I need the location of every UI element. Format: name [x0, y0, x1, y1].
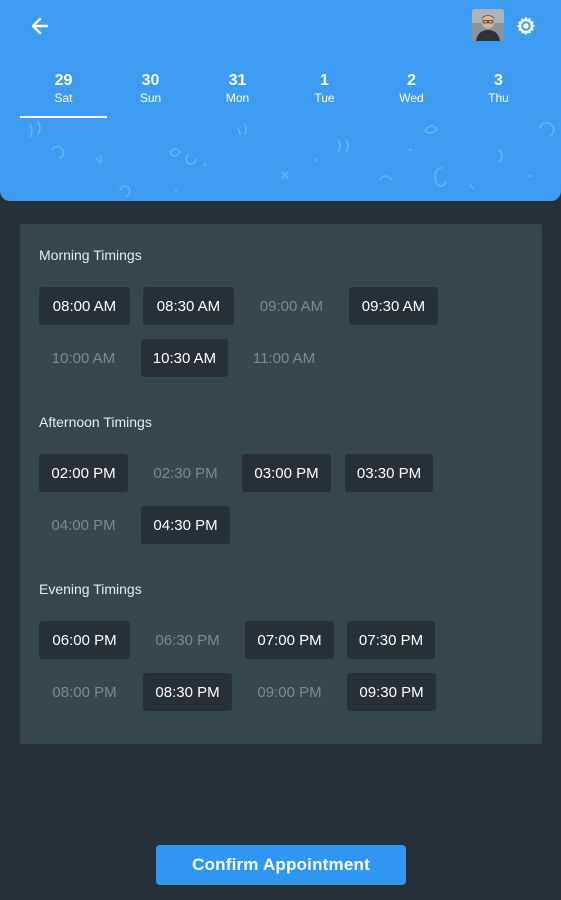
- time-slot[interactable]: 03:30 PM: [345, 454, 433, 492]
- time-slot[interactable]: 07:30 PM: [347, 621, 435, 659]
- timings-card: Morning Timings 08:00 AM 08:30 AM 09:00 …: [20, 224, 542, 744]
- time-slot[interactable]: 07:00 PM: [245, 621, 334, 659]
- date-number: 30: [141, 72, 160, 89]
- time-slot[interactable]: 03:00 PM: [242, 454, 331, 492]
- date-number: 1: [320, 72, 329, 89]
- date-weekday: Sun: [139, 91, 162, 105]
- time-slot[interactable]: 04:30 PM: [141, 506, 230, 544]
- date-tab-5[interactable]: 3 Thu: [455, 62, 542, 120]
- settings-button[interactable]: [512, 12, 540, 40]
- date-tab-0[interactable]: 29 Sat: [20, 62, 107, 120]
- time-slot[interactable]: 02:00 PM: [39, 454, 128, 492]
- time-slot[interactable]: 09:30 PM: [347, 673, 436, 711]
- time-slot[interactable]: 09:30 AM: [349, 287, 438, 325]
- date-weekday: Mon: [225, 91, 250, 105]
- user-photo-icon: [472, 9, 504, 41]
- time-slot: 02:30 PM: [141, 454, 230, 492]
- date-tabs: 29 Sat 30 Sun 31 Mon 1 Tue 2 Wed 3 Thu: [20, 62, 542, 120]
- time-slot: 06:30 PM: [143, 621, 232, 659]
- gear-icon: [516, 16, 536, 36]
- back-button[interactable]: [26, 12, 54, 40]
- afternoon-timings-title: Afternoon Timings: [39, 414, 152, 430]
- header-bar: 29 Sat 30 Sun 31 Mon 1 Tue 2 Wed 3 Thu: [0, 0, 561, 201]
- date-number: 31: [228, 72, 247, 89]
- date-number: 3: [494, 72, 503, 89]
- arrow-left-icon: [31, 17, 49, 35]
- date-number: 29: [54, 72, 73, 89]
- time-slot: 08:00 PM: [39, 673, 130, 711]
- date-tab-1[interactable]: 30 Sun: [107, 62, 194, 120]
- date-tab-3[interactable]: 1 Tue: [281, 62, 368, 120]
- time-slot[interactable]: 08:30 PM: [143, 673, 232, 711]
- time-slot[interactable]: 08:30 AM: [143, 287, 234, 325]
- confirm-appointment-button[interactable]: Confirm Appointment: [156, 845, 406, 885]
- time-slot: 04:00 PM: [39, 506, 128, 544]
- time-slot: 09:00 AM: [247, 287, 336, 325]
- date-tab-4[interactable]: 2 Wed: [368, 62, 455, 120]
- date-weekday: Tue: [314, 91, 335, 105]
- date-weekday: Sat: [54, 91, 73, 105]
- time-slot: 10:00 AM: [39, 339, 128, 377]
- date-number: 2: [407, 72, 416, 89]
- time-slot[interactable]: 08:00 AM: [39, 287, 130, 325]
- morning-timings-title: Morning Timings: [39, 247, 142, 263]
- time-slot[interactable]: 06:00 PM: [39, 621, 130, 659]
- date-weekday: Thu: [488, 91, 509, 105]
- avatar[interactable]: [472, 9, 504, 41]
- evening-timings-title: Evening Timings: [39, 581, 142, 597]
- date-tab-2[interactable]: 31 Mon: [194, 62, 281, 120]
- date-weekday: Wed: [399, 91, 424, 105]
- time-slot: 11:00 AM: [241, 339, 327, 377]
- time-slot: 09:00 PM: [245, 673, 334, 711]
- time-slot[interactable]: 10:30 AM: [141, 339, 228, 377]
